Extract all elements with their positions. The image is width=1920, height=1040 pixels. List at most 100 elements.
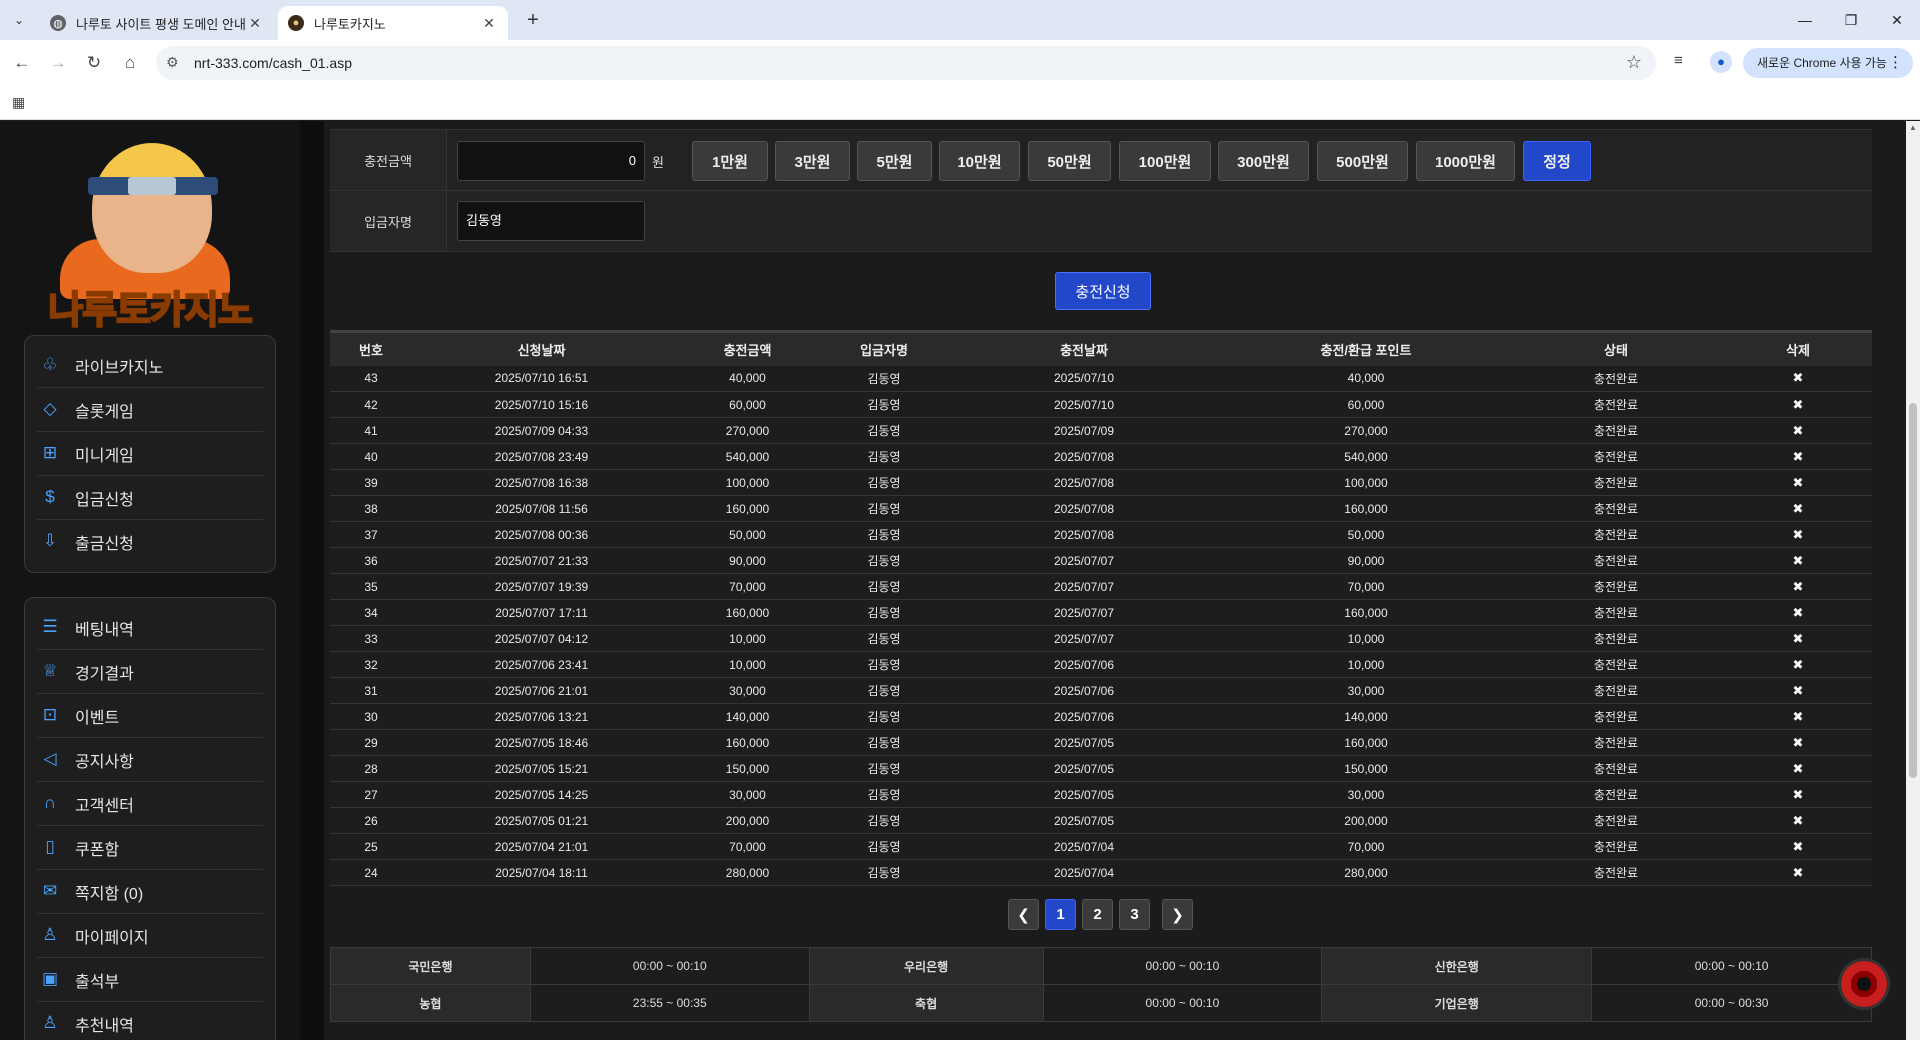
sharingan-floating-button[interactable] bbox=[1838, 958, 1890, 1010]
sidebar-item-notice[interactable]: ◁ 공지사항 bbox=[37, 738, 263, 782]
depositor-name-field[interactable]: 김동영 bbox=[457, 201, 645, 241]
delete-x-icon[interactable]: ✖ bbox=[1724, 365, 1872, 392]
prev-page-chevron-icon[interactable]: ❮ bbox=[1008, 899, 1039, 930]
amount-button-10k[interactable]: 1만원 bbox=[692, 141, 768, 181]
amount-button-10m[interactable]: 1000만원 bbox=[1416, 141, 1515, 181]
cell-amount: 150,000 bbox=[671, 755, 824, 782]
sidebar-item-slot[interactable]: ◇ 슬롯게임 bbox=[37, 388, 263, 432]
scroll-up-arrow-icon[interactable]: ▲ bbox=[1909, 123, 1917, 132]
delete-x-icon[interactable]: ✖ bbox=[1724, 651, 1872, 678]
reload-icon[interactable]: ↻ bbox=[80, 50, 108, 76]
delete-x-icon[interactable]: ✖ bbox=[1724, 625, 1872, 652]
sidebar-item-withdraw[interactable]: ⇩ 출금신청 bbox=[37, 520, 263, 564]
sidebar-item-live-casino[interactable]: ♧ 라이브카지노 bbox=[37, 344, 263, 388]
minimize-icon[interactable]: — bbox=[1782, 0, 1828, 40]
amount-input[interactable]: 0 bbox=[457, 141, 645, 181]
user-plus-icon: ♙ bbox=[42, 1013, 58, 1032]
cell-depositor: 김동영 bbox=[824, 599, 944, 626]
table-row: 41 2025/07/09 04:33 270,000 김동영 2025/07/09 27… bbox=[330, 417, 1872, 444]
back-arrow-icon[interactable]: ← bbox=[8, 50, 36, 76]
delete-x-icon[interactable]: ✖ bbox=[1724, 417, 1872, 444]
delete-x-icon[interactable]: ✖ bbox=[1724, 573, 1872, 600]
amount-button-30k[interactable]: 3만원 bbox=[775, 141, 850, 181]
page-2[interactable]: 2 bbox=[1082, 899, 1113, 930]
delete-x-icon[interactable]: ✖ bbox=[1724, 547, 1872, 574]
chrome-update-button[interactable]: 새로운 Chrome 사용 가능 ⋮ bbox=[1743, 48, 1913, 78]
tab-search-chevron-icon[interactable]: ⌄ bbox=[6, 8, 32, 32]
page-scrollbar[interactable]: ▲ bbox=[1906, 121, 1920, 1040]
next-page-chevron-icon[interactable]: ❯ bbox=[1162, 899, 1193, 930]
naruto-casino-logo[interactable]: 나루토카지노 bbox=[30, 139, 270, 333]
cell-depositor: 김동영 bbox=[824, 417, 944, 444]
browser-toolbar: ← → ↻ ⌂ ⚙ nrt-333.com/cash_01.asp ☆ ≡ ● … bbox=[0, 40, 1920, 86]
close-tab-icon[interactable]: ✕ bbox=[246, 15, 264, 32]
sidebar-item-support[interactable]: ∩ 고객센터 bbox=[37, 782, 263, 826]
cell-status: 충전완료 bbox=[1508, 807, 1724, 834]
sidebar-item-coupon[interactable]: ▯ 쿠폰함 bbox=[37, 826, 263, 870]
sidebar-item-results[interactable]: ♕ 경기결과 bbox=[37, 650, 263, 694]
delete-x-icon[interactable]: ✖ bbox=[1724, 495, 1872, 522]
charge-form: 충전금액 0 원 1만원 3만원 5만원 10만원 50만원 100만원 300… bbox=[330, 129, 1872, 252]
headset-icon: ∩ bbox=[43, 792, 57, 812]
amount-button-3m[interactable]: 300만원 bbox=[1218, 141, 1309, 181]
page-1[interactable]: 1 bbox=[1045, 899, 1076, 930]
cell-number: 33 bbox=[330, 625, 412, 652]
sidebar-item-minigame[interactable]: ⊞ 미니게임 bbox=[37, 432, 263, 476]
home-icon[interactable]: ⌂ bbox=[116, 50, 144, 76]
browser-tab-domain-notice[interactable]: ◍ 나루토 사이트 평생 도메인 안내 ✕ bbox=[40, 6, 274, 40]
profile-avatar-icon[interactable]: ● bbox=[1710, 51, 1732, 73]
mail-icon: ✉ bbox=[42, 880, 58, 900]
cell-amount: 270,000 bbox=[671, 417, 824, 444]
browser-tab-casino[interactable]: ● 나루토카지노 ✕ bbox=[278, 6, 508, 40]
delete-x-icon[interactable]: ✖ bbox=[1724, 469, 1872, 496]
site-info-icon[interactable]: ⚙ bbox=[166, 54, 179, 71]
amount-button-50k[interactable]: 5만원 bbox=[857, 141, 932, 181]
sidebar-item-bet-history[interactable]: ☰ 베팅내역 bbox=[37, 606, 263, 650]
bank-maintenance-time: 00:00 ~ 00:10 bbox=[529, 947, 810, 985]
delete-x-icon[interactable]: ✖ bbox=[1724, 859, 1872, 886]
delete-x-icon[interactable]: ✖ bbox=[1724, 443, 1872, 470]
amount-button-100k[interactable]: 10만원 bbox=[939, 141, 1020, 181]
window-close-icon[interactable]: ✕ bbox=[1874, 0, 1920, 40]
more-menu-icon[interactable]: ⋮ bbox=[1888, 48, 1903, 78]
new-tab-plus-icon[interactable]: + bbox=[520, 8, 546, 32]
scrollbar-thumb[interactable] bbox=[1909, 403, 1917, 778]
restore-icon[interactable]: ❐ bbox=[1828, 0, 1874, 40]
sidebar-item-label: 쪽지함 (0) bbox=[75, 885, 144, 903]
apps-grid-icon[interactable]: ▦ bbox=[12, 94, 25, 111]
delete-x-icon[interactable]: ✖ bbox=[1724, 677, 1872, 704]
reset-amount-button[interactable]: 정정 bbox=[1523, 141, 1591, 181]
amount-button-500k[interactable]: 50만원 bbox=[1028, 141, 1111, 181]
delete-x-icon[interactable]: ✖ bbox=[1724, 781, 1872, 808]
sidebar-item-attendance[interactable]: ▣ 출석부 bbox=[37, 958, 263, 1002]
delete-x-icon[interactable]: ✖ bbox=[1724, 833, 1872, 860]
page-3[interactable]: 3 bbox=[1119, 899, 1150, 930]
sidebar-item-deposit[interactable]: $ 입금신청 bbox=[37, 476, 263, 520]
cell-amount: 200,000 bbox=[671, 807, 824, 834]
cell-status: 충전완료 bbox=[1508, 365, 1724, 392]
delete-x-icon[interactable]: ✖ bbox=[1724, 807, 1872, 834]
sidebar-item-referral[interactable]: ♙ 추천내역 bbox=[37, 1002, 263, 1040]
table-row: 38 2025/07/08 11:56 160,000 김동영 2025/07/08 16… bbox=[330, 495, 1872, 522]
amount-button-5m[interactable]: 500만원 bbox=[1317, 141, 1408, 181]
sidebar-item-label: 미니게임 bbox=[75, 447, 134, 465]
close-tab-icon[interactable]: ✕ bbox=[480, 15, 498, 32]
cell-depositor: 김동영 bbox=[824, 573, 944, 600]
cell-points: 280,000 bbox=[1224, 859, 1508, 886]
delete-x-icon[interactable]: ✖ bbox=[1724, 755, 1872, 782]
forward-arrow-icon[interactable]: → bbox=[44, 50, 72, 76]
delete-x-icon[interactable]: ✖ bbox=[1724, 729, 1872, 756]
amount-button-1m[interactable]: 100만원 bbox=[1119, 141, 1211, 181]
address-bar[interactable]: ⚙ nrt-333.com/cash_01.asp ☆ bbox=[156, 46, 1656, 80]
sidebar-item-messages[interactable]: ✉ 쪽지함 (0) bbox=[37, 870, 263, 914]
bookmark-star-icon[interactable]: ☆ bbox=[1626, 52, 1642, 73]
media-queue-icon[interactable]: ≡ bbox=[1674, 52, 1683, 69]
charge-submit-button[interactable]: 충전신청 bbox=[1055, 272, 1151, 310]
sidebar-item-event[interactable]: ⊡ 이벤트 bbox=[37, 694, 263, 738]
delete-x-icon[interactable]: ✖ bbox=[1724, 391, 1872, 418]
delete-x-icon[interactable]: ✖ bbox=[1724, 703, 1872, 730]
header-points: 충전/환급 포인트 bbox=[1224, 330, 1508, 366]
sidebar-item-mypage[interactable]: ♙ 마이페이지 bbox=[37, 914, 263, 958]
delete-x-icon[interactable]: ✖ bbox=[1724, 521, 1872, 548]
delete-x-icon[interactable]: ✖ bbox=[1724, 599, 1872, 626]
